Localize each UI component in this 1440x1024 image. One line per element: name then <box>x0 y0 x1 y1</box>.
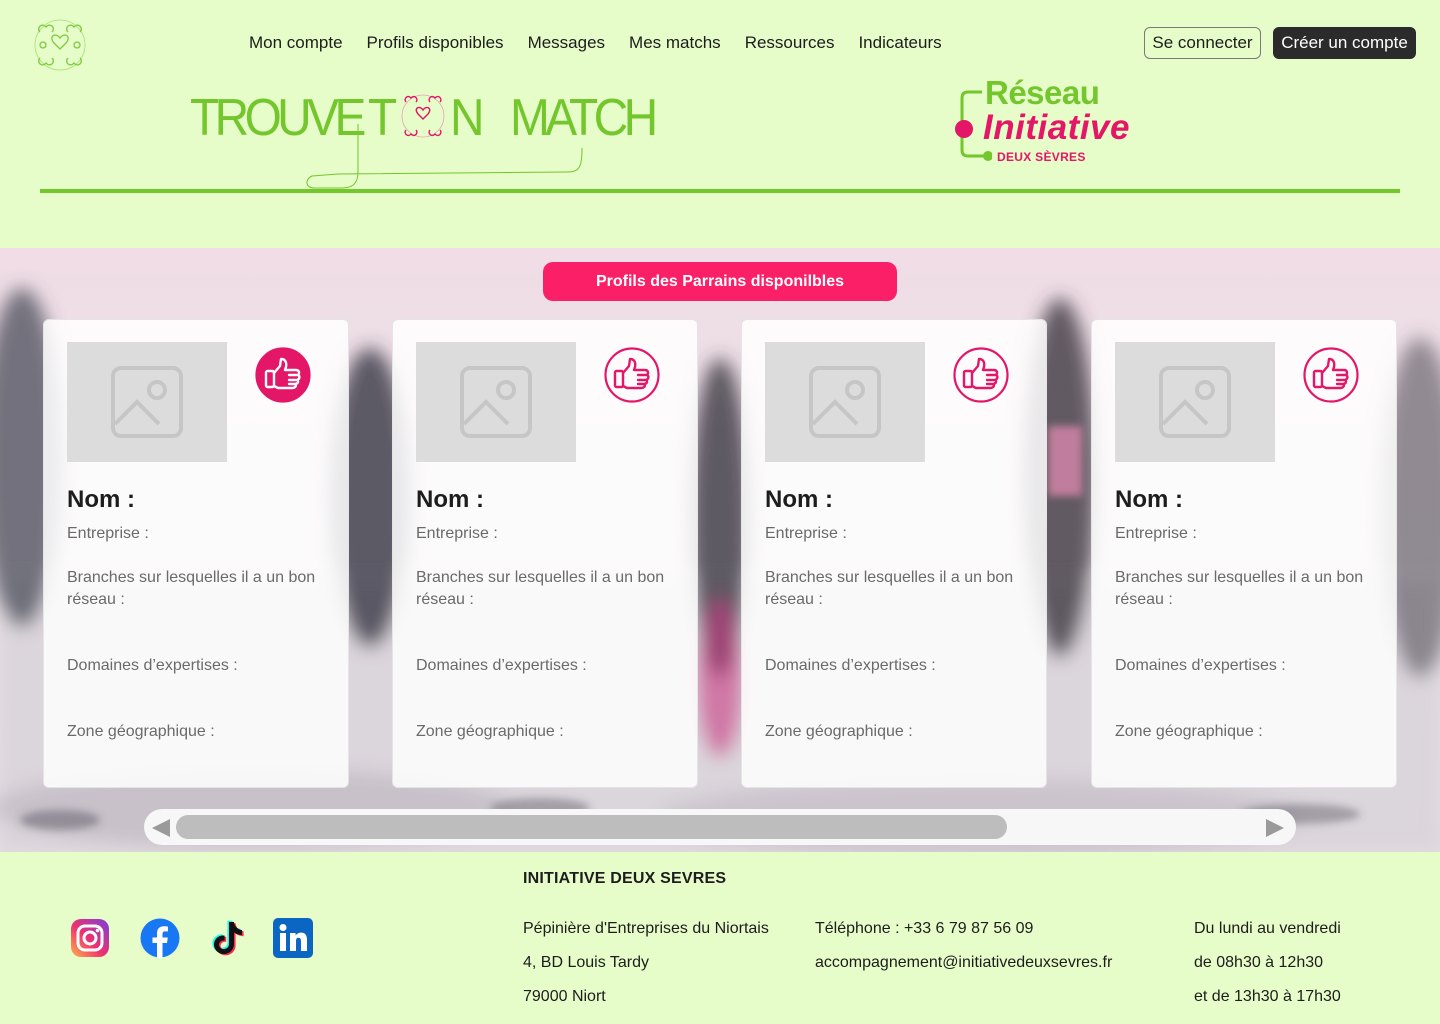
footer-address-line: 79000 Niort <box>523 988 606 1005</box>
scrollbar-thumb[interactable] <box>176 815 1007 839</box>
expertise-domains-label: Domaines d’expertises : <box>416 657 587 674</box>
company-label: Entreprise : <box>416 525 498 542</box>
image-placeholder-icon <box>460 366 532 438</box>
facebook-icon[interactable] <box>140 918 180 958</box>
site-logo-icon[interactable] <box>32 18 88 72</box>
thumbs-up-icon <box>1303 347 1359 403</box>
thumbs-up-icon <box>604 347 660 403</box>
network-branches-label: Branches sur lesquelles il a un bon rése… <box>67 569 316 608</box>
brand-wordmark: TROUVE T N MATCH <box>188 82 658 192</box>
expertise-domains-label: Domaines d’expertises : <box>765 657 936 674</box>
brand-underline-curve <box>306 124 583 189</box>
footer-address-line: Pépinière d'Entreprises du Niortais <box>523 920 769 937</box>
partner-logo-line3: DEUX SÈVRES <box>997 150 1086 164</box>
profile-photo-placeholder <box>67 342 227 462</box>
instagram-icon[interactable] <box>70 918 110 958</box>
nav-item-mes-matchs[interactable]: Mes matchs <box>629 30 721 56</box>
section-title-pill[interactable]: Profils des Parrains disponilbles <box>543 262 897 301</box>
profile-photo-placeholder <box>416 342 576 462</box>
thumbs-up-icon <box>953 347 1009 403</box>
company-label: Entreprise : <box>1115 525 1197 542</box>
expertise-domains-label: Domaines d’expertises : <box>67 657 238 674</box>
scroll-right-arrow-icon[interactable] <box>1264 817 1286 839</box>
company-label: Entreprise : <box>67 525 149 542</box>
main-nav: Mon compte Profils disponibles Messages … <box>249 30 966 56</box>
linkedin-icon[interactable] <box>273 918 313 958</box>
tiktok-icon[interactable] <box>207 918 247 958</box>
partner-logo-line2: Initiative <box>983 108 1130 147</box>
mentor-card[interactable]: Nom : Entreprise : Branches sur lesquell… <box>741 319 1047 788</box>
footer-hours-line: Du lundi au vendredi <box>1194 920 1341 937</box>
like-button[interactable] <box>952 346 1010 404</box>
signup-button[interactable]: Créer un compte <box>1273 27 1416 59</box>
like-button[interactable] <box>1302 346 1360 404</box>
network-branches-label: Branches sur lesquelles il a un bon rése… <box>765 569 1014 608</box>
nav-item-indicateurs[interactable]: Indicateurs <box>858 30 941 56</box>
mentor-name-label: Nom : <box>1115 486 1183 513</box>
mentor-name-label: Nom : <box>765 486 833 513</box>
footer-address-line: 4, BD Louis Tardy <box>523 954 649 971</box>
partner-logo: Réseau Initiative DEUX SÈVRES <box>952 74 1152 170</box>
login-button[interactable]: Se connecter <box>1144 27 1261 59</box>
nav-item-mon-compte[interactable]: Mon compte <box>249 30 343 56</box>
like-button[interactable] <box>603 346 661 404</box>
image-placeholder-icon <box>1159 366 1231 438</box>
footer-hours-line: de 08h30 à 12h30 <box>1194 954 1324 971</box>
profiles-section: Profils des Parrains disponilbles Nom : … <box>0 248 1440 852</box>
expertise-domains-label: Domaines d’expertises : <box>1115 657 1286 674</box>
geographic-zone-label: Zone géographique : <box>416 723 564 740</box>
partner-logo-line1: Réseau <box>985 74 1100 111</box>
site-header: Mon compte Profils disponibles Messages … <box>0 0 1440 248</box>
mentor-name-label: Nom : <box>416 486 484 513</box>
geographic-zone-label: Zone géographique : <box>765 723 913 740</box>
mentor-card[interactable]: Nom : Entreprise : Branches sur lesquell… <box>43 319 349 788</box>
footer-phone[interactable]: Téléphone : +33 6 79 87 56 09 <box>815 920 1033 938</box>
mentor-card[interactable]: Nom : Entreprise : Branches sur lesquell… <box>392 319 698 788</box>
scroll-left-arrow-icon[interactable] <box>150 817 172 839</box>
cards-scrollbar[interactable] <box>144 809 1296 845</box>
network-branches-label: Branches sur lesquelles il a un bon rése… <box>1115 569 1364 608</box>
mentor-name-label: Nom : <box>67 486 135 513</box>
geographic-zone-label: Zone géographique : <box>67 723 215 740</box>
header-divider <box>40 189 1400 193</box>
footer-org-name: INITIATIVE DEUX SEVRES <box>523 870 727 887</box>
nav-item-ressources[interactable]: Ressources <box>745 30 835 56</box>
footer-email-link[interactable]: accompagnement@initiativedeuxsevres.fr <box>815 954 1112 972</box>
company-label: Entreprise : <box>765 525 847 542</box>
nav-item-messages[interactable]: Messages <box>528 30 605 56</box>
like-button[interactable] <box>254 346 312 404</box>
network-branches-label: Branches sur lesquelles il a un bon rése… <box>416 569 665 608</box>
image-placeholder-icon <box>809 366 881 438</box>
footer-hours-line: et de 13h30 à 17h30 <box>1194 988 1341 1005</box>
thumbs-up-icon <box>255 347 311 403</box>
profile-photo-placeholder <box>1115 342 1275 462</box>
profile-photo-placeholder <box>765 342 925 462</box>
site-footer: INITIATIVE DEUX SEVRES Pépinière d'Entre… <box>0 852 1440 1024</box>
image-placeholder-icon <box>111 366 183 438</box>
nav-item-profils-disponibles[interactable]: Profils disponibles <box>367 30 504 56</box>
mentor-card[interactable]: Nom : Entreprise : Branches sur lesquell… <box>1091 319 1397 788</box>
geographic-zone-label: Zone géographique : <box>1115 723 1263 740</box>
